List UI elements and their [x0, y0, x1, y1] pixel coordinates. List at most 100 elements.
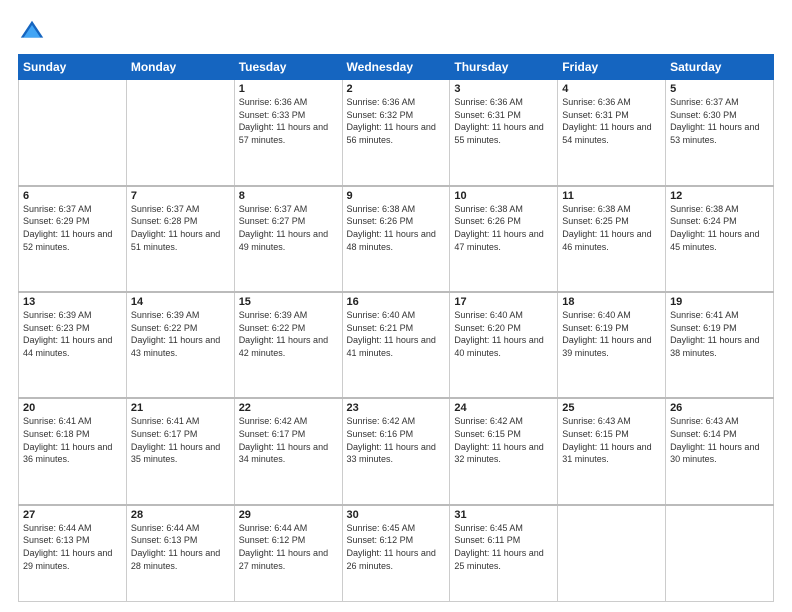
day-number: 2: [347, 83, 446, 95]
day-info: Sunrise: 6:36 AM Sunset: 6:32 PM Dayligh…: [347, 96, 446, 146]
day-number: 3: [454, 83, 553, 95]
day-number: 15: [239, 296, 338, 308]
day-info: Sunrise: 6:44 AM Sunset: 6:13 PM Dayligh…: [23, 522, 122, 572]
day-info: Sunrise: 6:39 AM Sunset: 6:23 PM Dayligh…: [23, 309, 122, 359]
day-info: Sunrise: 6:43 AM Sunset: 6:15 PM Dayligh…: [562, 415, 661, 465]
calendar-weekday-header: Thursday: [450, 55, 558, 80]
day-number: 17: [454, 296, 553, 308]
calendar-day-cell: 27Sunrise: 6:44 AM Sunset: 6:13 PM Dayli…: [19, 505, 127, 602]
day-info: Sunrise: 6:39 AM Sunset: 6:22 PM Dayligh…: [239, 309, 338, 359]
page: SundayMondayTuesdayWednesdayThursdayFrid…: [0, 0, 792, 612]
calendar-day-cell: 1Sunrise: 6:36 AM Sunset: 6:33 PM Daylig…: [234, 80, 342, 186]
day-info: Sunrise: 6:45 AM Sunset: 6:11 PM Dayligh…: [454, 522, 553, 572]
calendar-day-cell: 4Sunrise: 6:36 AM Sunset: 6:31 PM Daylig…: [558, 80, 666, 186]
day-number: 11: [562, 190, 661, 202]
calendar-day-cell: 15Sunrise: 6:39 AM Sunset: 6:22 PM Dayli…: [234, 292, 342, 398]
calendar-day-cell: 17Sunrise: 6:40 AM Sunset: 6:20 PM Dayli…: [450, 292, 558, 398]
day-info: Sunrise: 6:38 AM Sunset: 6:24 PM Dayligh…: [670, 203, 769, 253]
day-number: 23: [347, 402, 446, 414]
calendar-weekday-header: Sunday: [19, 55, 127, 80]
day-number: 16: [347, 296, 446, 308]
day-info: Sunrise: 6:36 AM Sunset: 6:33 PM Dayligh…: [239, 96, 338, 146]
day-info: Sunrise: 6:36 AM Sunset: 6:31 PM Dayligh…: [562, 96, 661, 146]
day-info: Sunrise: 6:44 AM Sunset: 6:13 PM Dayligh…: [131, 522, 230, 572]
calendar-day-cell: 6Sunrise: 6:37 AM Sunset: 6:29 PM Daylig…: [19, 186, 127, 292]
day-info: Sunrise: 6:41 AM Sunset: 6:19 PM Dayligh…: [670, 309, 769, 359]
day-info: Sunrise: 6:45 AM Sunset: 6:12 PM Dayligh…: [347, 522, 446, 572]
day-number: 22: [239, 402, 338, 414]
header: [18, 18, 774, 46]
calendar-day-cell: 30Sunrise: 6:45 AM Sunset: 6:12 PM Dayli…: [342, 505, 450, 602]
calendar-weekday-header: Tuesday: [234, 55, 342, 80]
calendar-day-cell: 22Sunrise: 6:42 AM Sunset: 6:17 PM Dayli…: [234, 398, 342, 504]
day-info: Sunrise: 6:40 AM Sunset: 6:20 PM Dayligh…: [454, 309, 553, 359]
logo: [18, 18, 50, 46]
day-info: Sunrise: 6:38 AM Sunset: 6:26 PM Dayligh…: [454, 203, 553, 253]
calendar-day-cell: [666, 505, 774, 602]
day-info: Sunrise: 6:41 AM Sunset: 6:18 PM Dayligh…: [23, 415, 122, 465]
calendar-day-cell: 29Sunrise: 6:44 AM Sunset: 6:12 PM Dayli…: [234, 505, 342, 602]
day-info: Sunrise: 6:37 AM Sunset: 6:27 PM Dayligh…: [239, 203, 338, 253]
calendar-day-cell: 7Sunrise: 6:37 AM Sunset: 6:28 PM Daylig…: [126, 186, 234, 292]
day-number: 1: [239, 83, 338, 95]
day-info: Sunrise: 6:42 AM Sunset: 6:15 PM Dayligh…: [454, 415, 553, 465]
calendar-day-cell: [558, 505, 666, 602]
calendar-day-cell: 19Sunrise: 6:41 AM Sunset: 6:19 PM Dayli…: [666, 292, 774, 398]
day-info: Sunrise: 6:42 AM Sunset: 6:16 PM Dayligh…: [347, 415, 446, 465]
calendar-day-cell: 8Sunrise: 6:37 AM Sunset: 6:27 PM Daylig…: [234, 186, 342, 292]
day-info: Sunrise: 6:38 AM Sunset: 6:25 PM Dayligh…: [562, 203, 661, 253]
day-info: Sunrise: 6:43 AM Sunset: 6:14 PM Dayligh…: [670, 415, 769, 465]
day-info: Sunrise: 6:37 AM Sunset: 6:30 PM Dayligh…: [670, 96, 769, 146]
calendar-day-cell: 25Sunrise: 6:43 AM Sunset: 6:15 PM Dayli…: [558, 398, 666, 504]
day-number: 9: [347, 190, 446, 202]
calendar-day-cell: 9Sunrise: 6:38 AM Sunset: 6:26 PM Daylig…: [342, 186, 450, 292]
calendar-week-row: 1Sunrise: 6:36 AM Sunset: 6:33 PM Daylig…: [19, 80, 774, 186]
day-info: Sunrise: 6:37 AM Sunset: 6:28 PM Dayligh…: [131, 203, 230, 253]
day-number: 30: [347, 509, 446, 521]
calendar-day-cell: 3Sunrise: 6:36 AM Sunset: 6:31 PM Daylig…: [450, 80, 558, 186]
calendar-weekday-header: Monday: [126, 55, 234, 80]
calendar-day-cell: 28Sunrise: 6:44 AM Sunset: 6:13 PM Dayli…: [126, 505, 234, 602]
day-number: 26: [670, 402, 769, 414]
calendar-weekday-header: Friday: [558, 55, 666, 80]
calendar-day-cell: 16Sunrise: 6:40 AM Sunset: 6:21 PM Dayli…: [342, 292, 450, 398]
day-number: 18: [562, 296, 661, 308]
day-number: 5: [670, 83, 769, 95]
calendar-week-row: 13Sunrise: 6:39 AM Sunset: 6:23 PM Dayli…: [19, 292, 774, 398]
day-number: 29: [239, 509, 338, 521]
day-number: 13: [23, 296, 122, 308]
day-number: 28: [131, 509, 230, 521]
calendar-day-cell: 10Sunrise: 6:38 AM Sunset: 6:26 PM Dayli…: [450, 186, 558, 292]
day-info: Sunrise: 6:44 AM Sunset: 6:12 PM Dayligh…: [239, 522, 338, 572]
day-number: 24: [454, 402, 553, 414]
day-number: 25: [562, 402, 661, 414]
calendar-day-cell: 2Sunrise: 6:36 AM Sunset: 6:32 PM Daylig…: [342, 80, 450, 186]
day-number: 27: [23, 509, 122, 521]
day-number: 10: [454, 190, 553, 202]
calendar-week-row: 20Sunrise: 6:41 AM Sunset: 6:18 PM Dayli…: [19, 398, 774, 504]
calendar-day-cell: 23Sunrise: 6:42 AM Sunset: 6:16 PM Dayli…: [342, 398, 450, 504]
logo-icon: [18, 18, 46, 46]
calendar-day-cell: 12Sunrise: 6:38 AM Sunset: 6:24 PM Dayli…: [666, 186, 774, 292]
day-number: 6: [23, 190, 122, 202]
day-number: 8: [239, 190, 338, 202]
calendar-weekday-header: Saturday: [666, 55, 774, 80]
calendar-day-cell: 18Sunrise: 6:40 AM Sunset: 6:19 PM Dayli…: [558, 292, 666, 398]
calendar-day-cell: 11Sunrise: 6:38 AM Sunset: 6:25 PM Dayli…: [558, 186, 666, 292]
calendar-day-cell: 31Sunrise: 6:45 AM Sunset: 6:11 PM Dayli…: [450, 505, 558, 602]
calendar-day-cell: 13Sunrise: 6:39 AM Sunset: 6:23 PM Dayli…: [19, 292, 127, 398]
day-info: Sunrise: 6:40 AM Sunset: 6:21 PM Dayligh…: [347, 309, 446, 359]
day-number: 21: [131, 402, 230, 414]
day-info: Sunrise: 6:40 AM Sunset: 6:19 PM Dayligh…: [562, 309, 661, 359]
day-info: Sunrise: 6:38 AM Sunset: 6:26 PM Dayligh…: [347, 203, 446, 253]
calendar-day-cell: [19, 80, 127, 186]
calendar-table: SundayMondayTuesdayWednesdayThursdayFrid…: [18, 54, 774, 602]
calendar-header-row: SundayMondayTuesdayWednesdayThursdayFrid…: [19, 55, 774, 80]
calendar-day-cell: 14Sunrise: 6:39 AM Sunset: 6:22 PM Dayli…: [126, 292, 234, 398]
calendar-week-row: 27Sunrise: 6:44 AM Sunset: 6:13 PM Dayli…: [19, 505, 774, 602]
calendar-day-cell: 26Sunrise: 6:43 AM Sunset: 6:14 PM Dayli…: [666, 398, 774, 504]
day-info: Sunrise: 6:37 AM Sunset: 6:29 PM Dayligh…: [23, 203, 122, 253]
calendar-day-cell: [126, 80, 234, 186]
day-number: 7: [131, 190, 230, 202]
calendar-week-row: 6Sunrise: 6:37 AM Sunset: 6:29 PM Daylig…: [19, 186, 774, 292]
